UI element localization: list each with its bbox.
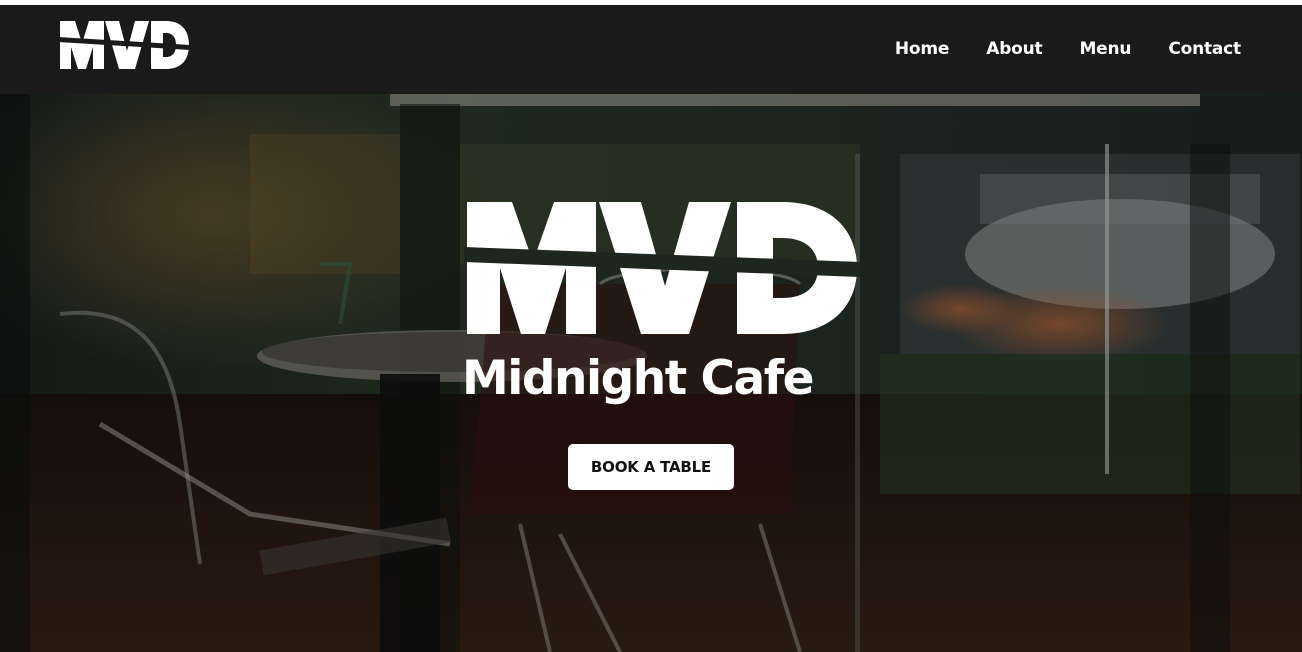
nav-menu-link[interactable]: Menu (1079, 39, 1131, 59)
nav-contact-link[interactable]: Contact (1168, 39, 1241, 59)
nav-home-link[interactable]: Home (895, 39, 950, 59)
navbar: Home About Menu Contact (0, 5, 1302, 94)
main-nav: Home About Menu Contact (895, 39, 1241, 59)
nav-about-link[interactable]: About (986, 39, 1042, 59)
hero-logo-icon (464, 202, 860, 334)
book-table-button[interactable]: BOOK A TABLE (568, 444, 734, 490)
hero-section: Midnight Cafe BOOK A TABLE (0, 94, 1302, 652)
hero-title: Midnight Cafe (462, 351, 815, 406)
logo-icon[interactable] (58, 17, 190, 69)
